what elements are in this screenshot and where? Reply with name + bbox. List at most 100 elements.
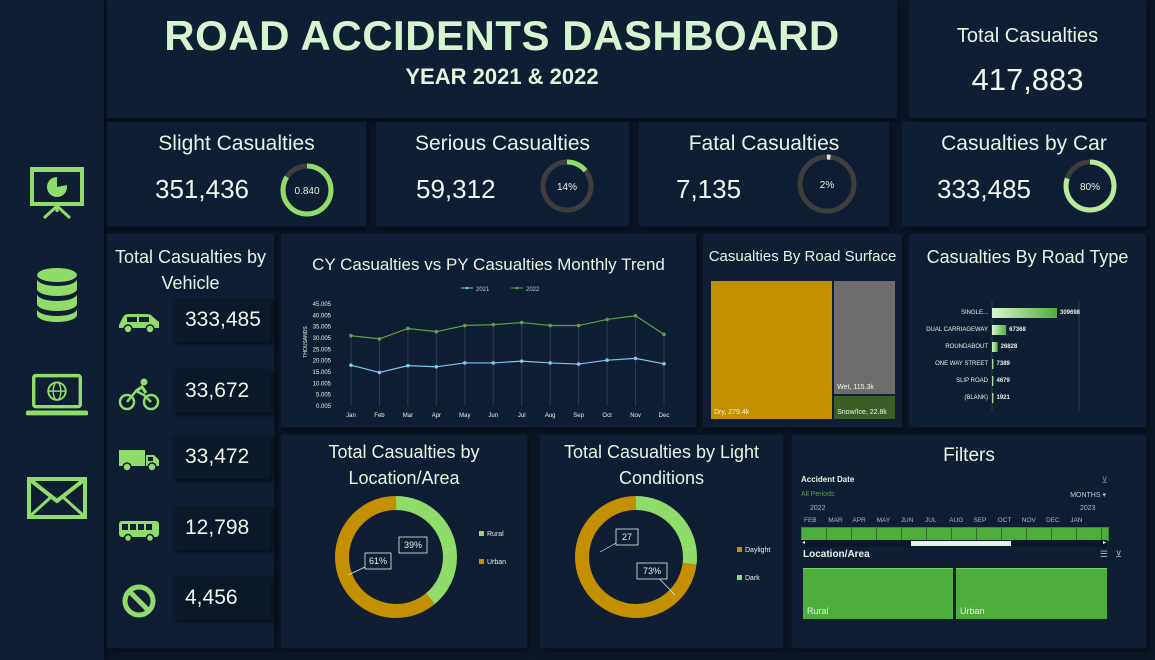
trend-panel: CY Casualties vs PY Casualties Monthly T… xyxy=(281,234,696,427)
timeline-label: Accident Date xyxy=(801,475,855,484)
treemap-cell: Wet, 115.3k xyxy=(834,281,895,395)
category-label: ONE WAY STREET xyxy=(935,361,988,367)
y-tick-label: 0.005 xyxy=(316,404,332,410)
treemap-cell: Dry, 279.4k xyxy=(711,281,833,419)
scroll-thumb[interactable] xyxy=(911,541,1011,546)
vehicle-row-other: 4,456 xyxy=(115,576,271,626)
category-label: SINGLE... xyxy=(961,310,988,316)
treemap-label: Wet, 115.3k xyxy=(837,384,874,392)
timeline-month[interactable]: AUG xyxy=(949,517,963,524)
car-donut: 80% xyxy=(1063,159,1117,213)
legend-swatch xyxy=(737,547,742,552)
mail-icon[interactable] xyxy=(24,468,90,528)
y-tick-label: 20.005 xyxy=(313,359,332,365)
data-point xyxy=(576,362,581,366)
timeline-month[interactable]: NOV xyxy=(1022,517,1036,524)
donut-label: 2% xyxy=(820,180,835,191)
data-point xyxy=(377,337,382,341)
filters-panel: Filters Accident Date ⊻ All Periods MONT… xyxy=(792,435,1146,648)
data-point xyxy=(633,313,638,318)
x-tick-label: Feb xyxy=(374,413,385,419)
legend-label: Rural xyxy=(487,531,504,538)
bar-value-label: 7389 xyxy=(997,361,1011,367)
slicer-option-rural[interactable]: Rural xyxy=(803,568,953,619)
data-label: 27 xyxy=(622,532,632,542)
timeline-scrollbar[interactable]: ◂ ▸ xyxy=(801,540,1107,547)
donut-label: 14% xyxy=(557,182,577,193)
data-point xyxy=(406,326,410,331)
kpi-value: 351,436 xyxy=(155,174,249,204)
page-title: ROAD ACCIDENTS DASHBOARD xyxy=(164,12,840,59)
trend-chart: 2021 2022 45.005 40.005 35.005 30.005 25.005 20… xyxy=(303,286,669,419)
laptop-globe-icon[interactable] xyxy=(24,366,90,426)
kpi-value: 333,485 xyxy=(937,174,1031,204)
total-casualties-card: Total Casualties 417,883 xyxy=(909,0,1146,118)
data-point xyxy=(463,323,467,328)
timeline-month[interactable]: JUN xyxy=(901,517,914,524)
timeline-month[interactable]: DEC xyxy=(1046,517,1060,524)
truck-icon xyxy=(115,443,163,477)
x-tick-label: Nov xyxy=(630,413,641,419)
legend-label: 2021 xyxy=(476,287,490,293)
donut-label: 80% xyxy=(1080,182,1100,193)
slicer-clear-icon[interactable]: ⊻ xyxy=(1115,549,1122,560)
data-point xyxy=(519,320,524,325)
surface-treemap: Dry, 279.4k Wet, 115.3k Snow/Ice, 22.8k xyxy=(711,281,895,419)
y-tick-label: 15.005 xyxy=(313,370,332,376)
bar-value-label: 26828 xyxy=(1001,344,1018,350)
category-label: (BLANK) xyxy=(964,395,988,401)
y-tick-label: 40.005 xyxy=(313,313,332,319)
timeline-bar[interactable] xyxy=(801,527,1109,541)
fatal-casualties-card: Fatal Casualties 7,135 2% xyxy=(639,122,889,226)
vehicle-value: 33,672 xyxy=(173,369,271,413)
slicer-option-urban[interactable]: Urban xyxy=(956,568,1107,619)
y-tick-label: 35.005 xyxy=(313,325,332,331)
y-tick-label: 45.005 xyxy=(313,302,332,308)
road-type-panel: Casualties By Road Type SINGLE... 309698 D… xyxy=(909,234,1146,427)
y-tick-label: 30.005 xyxy=(313,336,332,342)
timeline-month[interactable]: APR xyxy=(852,517,865,524)
data-point xyxy=(434,364,439,369)
x-tick-label: Jul xyxy=(518,413,526,419)
kpi-value: 59,312 xyxy=(416,174,496,204)
timeline-period[interactable]: All Periods xyxy=(801,491,834,498)
sidebar xyxy=(0,0,104,660)
presentation-icon[interactable] xyxy=(24,162,90,222)
slight-donut: 0.840 xyxy=(280,163,334,217)
timeline-month[interactable]: OCT xyxy=(998,517,1012,524)
data-point xyxy=(548,323,552,328)
bar-value-label: 1921 xyxy=(997,395,1011,401)
treemap-label: Dry, 279.4k xyxy=(714,409,750,416)
timeline-unit-select[interactable]: MONTHS ▾ xyxy=(1070,491,1106,499)
y-tick-label: 10.005 xyxy=(313,381,332,387)
multiselect-icon[interactable]: ☰ xyxy=(1100,549,1108,560)
timeline-month[interactable]: JAN xyxy=(1070,517,1082,524)
slight-casualties-card: Slight Casualties 351,436 0.840 xyxy=(107,122,366,226)
slicer-label: Location/Area xyxy=(803,549,870,560)
kpi-label: Casualties by Car xyxy=(941,132,1107,155)
legend-label: Dark xyxy=(745,575,760,582)
surface-title: Casualties By Road Surface xyxy=(708,248,897,265)
x-tick-label: May xyxy=(459,413,470,419)
kpi-label: Slight Casualties xyxy=(158,132,315,155)
timeline-month[interactable]: MAY xyxy=(877,517,891,524)
timeline-month[interactable]: MAR xyxy=(828,517,842,524)
bar-value-label: 309698 xyxy=(1060,310,1081,316)
legend-swatch xyxy=(479,559,484,564)
database-icon[interactable] xyxy=(24,265,90,325)
road-type-bar xyxy=(992,308,1057,318)
vehicle-value: 333,485 xyxy=(173,298,271,342)
location-panel: Total Casualties by Location/Area Rural U… xyxy=(281,435,527,648)
timeline-month[interactable]: SEP xyxy=(973,517,986,524)
clear-filter-icon[interactable]: ⊻ xyxy=(1101,475,1108,486)
light-donut: Daylight Dark 73% 27 xyxy=(575,496,770,618)
legend-label: Daylight xyxy=(745,547,770,554)
serious-casualties-card: Serious Casualties 59,312 14% xyxy=(376,122,629,226)
y-axis-label: THOUSANDS xyxy=(303,326,309,358)
timeline-year-end: 2023 xyxy=(1080,505,1096,512)
timeline-month[interactable]: FEB xyxy=(804,517,817,524)
timeline-month[interactable]: JUL xyxy=(925,517,937,524)
car-casualties-card: Casualties by Car 333,485 80% xyxy=(902,122,1146,226)
total-casualties-value: 417,883 xyxy=(971,62,1084,97)
x-tick-label: Oct xyxy=(602,413,612,419)
